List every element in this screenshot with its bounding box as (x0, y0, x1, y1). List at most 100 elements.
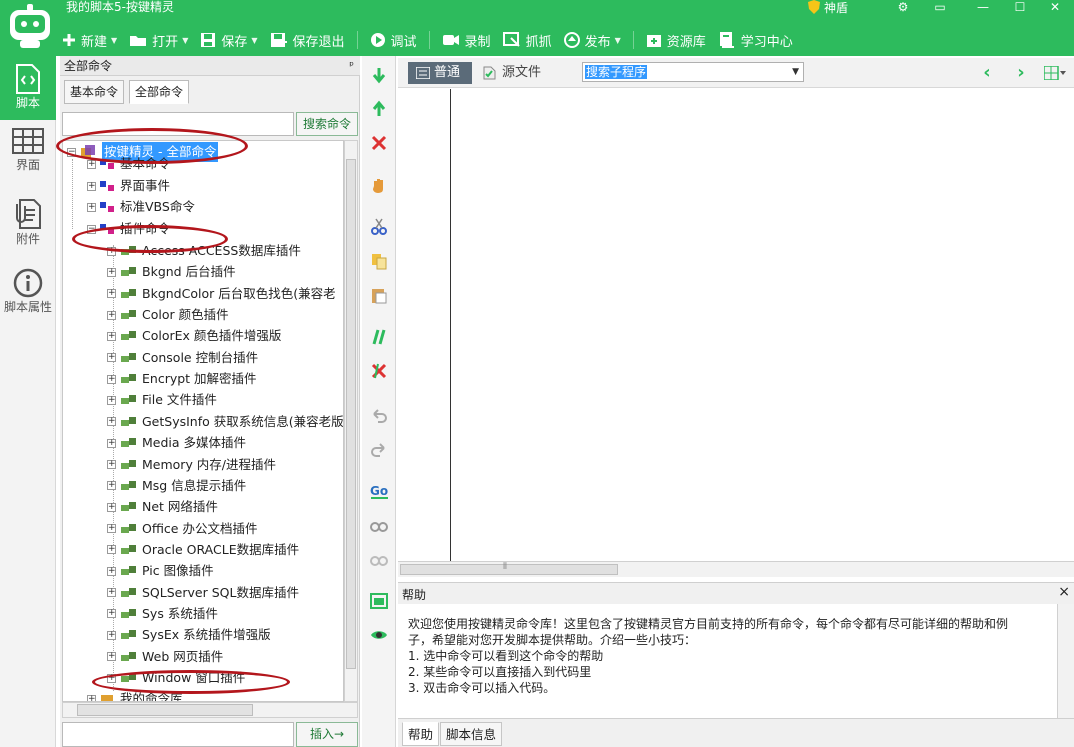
tab-basic-commands[interactable]: 基本命令 (64, 80, 125, 104)
tree-plugin-item[interactable]: + Oracle ORACLE数据库插件 (107, 540, 299, 560)
sidebar-item-script[interactable]: 脚本 (0, 56, 56, 120)
scrollbar-thumb[interactable] (77, 704, 253, 716)
expand-icon[interactable]: + (107, 267, 116, 277)
layout-switch-icon[interactable] (1044, 66, 1066, 80)
find-icon[interactable] (370, 516, 388, 534)
maximize-icon[interactable]: ☐ (1005, 0, 1035, 16)
tree-plugin-item[interactable]: + BkgndColor 后台取色找色(兼容老 (107, 284, 336, 304)
open-button[interactable]: 打开 ▼ (129, 28, 188, 52)
expand-icon[interactable]: + (107, 481, 116, 491)
record-button[interactable]: 录制 (442, 28, 491, 52)
tab-help[interactable]: 帮助 (402, 722, 440, 746)
tree-plugin-item[interactable]: + Sys 系统插件 (107, 604, 218, 624)
expand-icon[interactable]: + (107, 652, 116, 662)
tab-source-view[interactable]: 源文件 (482, 62, 541, 84)
copy-icon[interactable] (370, 252, 388, 270)
pin-icon[interactable]: ᵖ (349, 56, 354, 76)
editor-horizontal-scrollbar[interactable]: ⦀ (398, 561, 1074, 577)
expand-icon[interactable]: + (107, 395, 116, 405)
tree-plugin-item[interactable]: + File 文件插件 (107, 390, 217, 410)
expand-icon[interactable]: + (107, 438, 116, 448)
tab-all-commands[interactable]: 全部命令 (129, 80, 190, 104)
tree-horizontal-scrollbar[interactable] (62, 702, 358, 718)
capture-button[interactable]: 抓抓 (502, 28, 552, 52)
eye-icon[interactable] (370, 626, 388, 644)
resource-library-button[interactable]: 资源库 (646, 28, 706, 52)
tree-plugin-item[interactable]: + Console 控制台插件 (107, 348, 258, 368)
expand-icon[interactable]: + (107, 331, 116, 341)
save-exit-button[interactable]: 保存退出 (270, 28, 345, 52)
tree-group-ui-events[interactable]: + 界面事件 (87, 176, 170, 196)
comment-icon[interactable] (370, 328, 388, 346)
tree-plugin-item[interactable]: + Color 颜色插件 (107, 305, 229, 325)
learning-center-button[interactable]: 学习中心 (718, 28, 793, 52)
delete-icon[interactable] (370, 134, 388, 152)
dropdown-box-icon[interactable]: ▭ (925, 0, 955, 16)
tree-plugin-item[interactable]: + Net 网络插件 (107, 497, 218, 517)
shield-button[interactable]: 神盾 (808, 0, 848, 16)
replace-icon[interactable] (370, 550, 388, 568)
expand-icon[interactable]: + (107, 588, 116, 598)
tree-plugin-item[interactable]: + Office 办公文档插件 (107, 519, 257, 539)
expand-icon[interactable]: + (107, 460, 116, 469)
tree-plugin-item[interactable]: + Pic 图像插件 (107, 561, 214, 581)
tree-plugin-item[interactable]: + GetSysInfo 获取系统信息(兼容老版 (107, 412, 343, 432)
insert-button[interactable]: 插入→ (296, 722, 358, 747)
go-icon[interactable]: Go (370, 482, 390, 500)
expand-icon[interactable]: + (107, 417, 116, 427)
paste-icon[interactable] (370, 286, 388, 304)
uncomment-icon[interactable] (370, 362, 388, 380)
tab-script-info[interactable]: 脚本信息 (440, 722, 503, 746)
hand-icon[interactable] (370, 176, 388, 194)
sidebar-item-ui[interactable]: 界面 (0, 128, 56, 184)
close-icon[interactable]: ✕ (1040, 0, 1070, 16)
publish-button[interactable]: 发布 ▼ (563, 28, 621, 52)
insert-input[interactable] (62, 722, 294, 747)
tree-plugin-item[interactable]: + Web 网页插件 (107, 647, 223, 667)
expand-icon[interactable]: + (107, 310, 116, 320)
tree-plugin-item[interactable]: + ColorEx 颜色插件增强版 (107, 326, 281, 346)
search-command-button[interactable]: 搜索命令 (296, 112, 358, 136)
tab-normal-view[interactable]: 普通 (408, 62, 472, 84)
tree-plugin-item[interactable]: + SQLServer SQL数据库插件 (107, 583, 299, 603)
tree-vertical-scrollbar[interactable] (344, 140, 358, 702)
tree-plugin-item[interactable]: + Bkgnd 后台插件 (107, 262, 236, 282)
expand-icon[interactable]: + (107, 609, 116, 619)
gear-icon[interactable]: ⚙ (888, 0, 918, 16)
tree-plugin-item[interactable]: + Msg 信息提示插件 (107, 476, 246, 496)
expand-icon[interactable]: + (107, 353, 116, 363)
expand-icon[interactable]: + (107, 374, 116, 384)
subprocedure-select[interactable]: 搜索子程序 ▼ (582, 62, 804, 82)
redo-icon[interactable] (370, 440, 388, 458)
tree-plugin-item[interactable]: + Memory 内存/进程插件 (107, 455, 276, 475)
move-up-icon[interactable] (370, 100, 388, 118)
screen-icon[interactable] (370, 592, 388, 610)
tree-group-vbs[interactable]: + 标准VBS命令 (87, 197, 195, 217)
close-icon[interactable]: × (1058, 584, 1070, 600)
debug-button[interactable]: 调试 (370, 28, 417, 52)
save-button[interactable]: 保存 ▼ (200, 28, 258, 52)
scrollbar-thumb[interactable]: ⦀ (400, 562, 618, 575)
tree-plugin-item[interactable]: + Encrypt 加解密插件 (107, 369, 257, 389)
minimize-icon[interactable]: — (968, 0, 998, 16)
expand-icon[interactable]: + (107, 524, 116, 534)
code-editor[interactable] (398, 89, 1074, 561)
move-down-icon[interactable] (370, 66, 388, 84)
sidebar-item-script-properties[interactable]: 脚本属性 (0, 268, 56, 324)
scrollbar-thumb[interactable] (346, 159, 356, 669)
expand-icon[interactable]: + (107, 502, 116, 512)
cut-icon[interactable] (370, 218, 388, 236)
expand-icon[interactable]: + (107, 630, 116, 640)
undo-icon[interactable] (370, 406, 388, 424)
tree-plugin-label: Oracle ORACLE数据库插件 (142, 541, 300, 557)
help-vertical-scrollbar[interactable] (1058, 604, 1074, 718)
nav-prev-icon[interactable]: ‹ (978, 62, 996, 84)
nav-next-icon[interactable]: › (1012, 62, 1030, 84)
expand-icon[interactable]: + (107, 289, 116, 299)
tree-plugin-item[interactable]: + SysEx 系统插件增强版 (107, 625, 271, 645)
sidebar-item-attachment[interactable]: 附件 (0, 198, 56, 254)
tree-plugin-item[interactable]: + Media 多媒体插件 (107, 433, 246, 453)
new-button[interactable]: 新建 ▼ (62, 28, 117, 52)
expand-icon[interactable]: + (107, 545, 116, 555)
expand-icon[interactable]: + (107, 566, 116, 576)
